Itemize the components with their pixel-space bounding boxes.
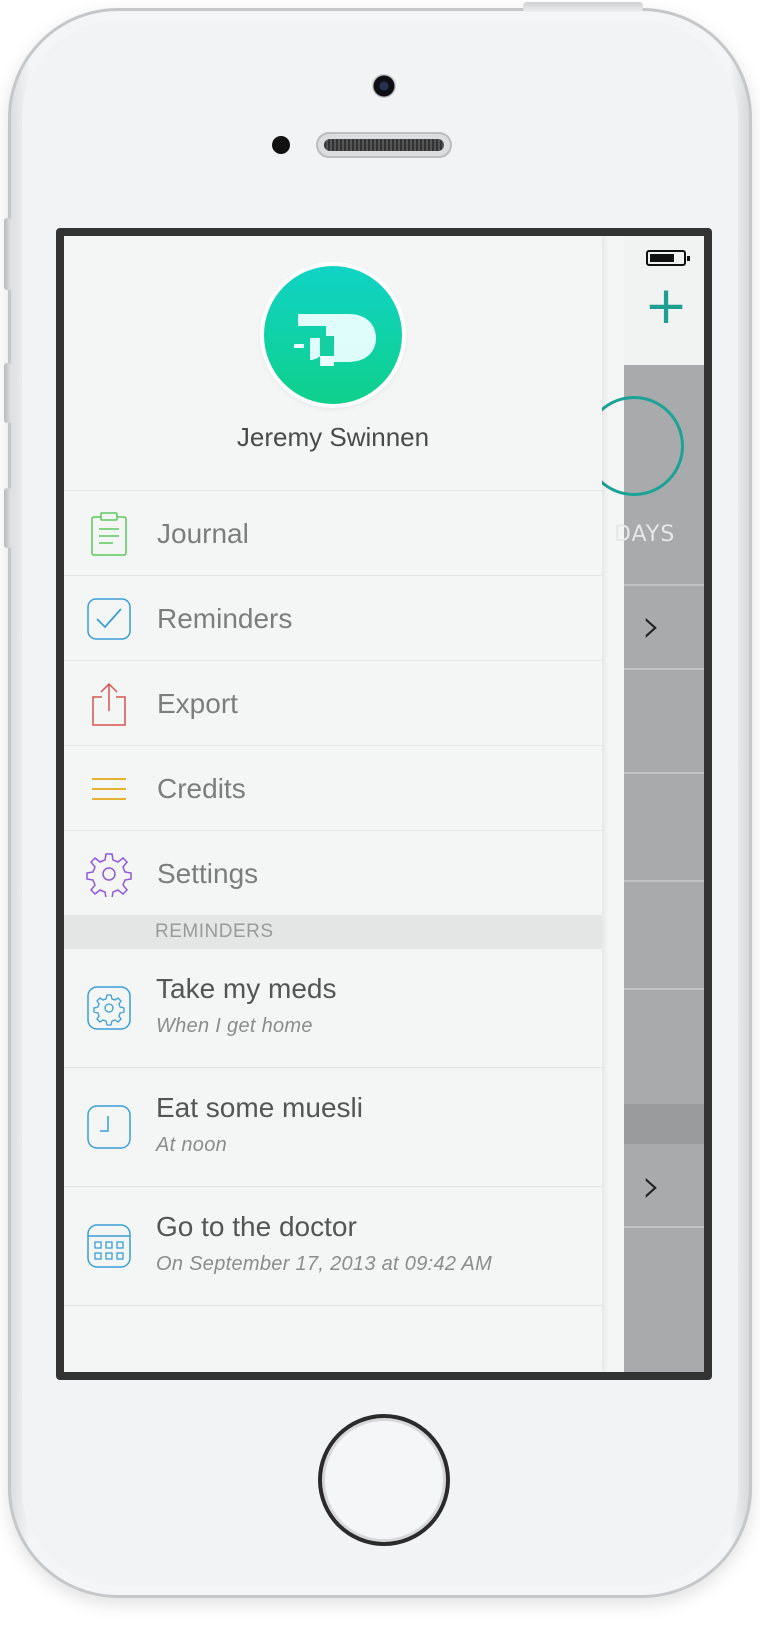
drawer-menu: Journal Reminders Export Credits Setting… (64, 490, 602, 915)
reminder-subtitle: On September 17, 2013 at 09:42 AM (156, 1253, 493, 1275)
mute-switch (4, 218, 12, 290)
clock-icon (87, 1105, 131, 1149)
menu-item-label: Credits (157, 773, 246, 804)
add-icon[interactable]: + (636, 276, 696, 336)
reminder-subtitle: At noon (156, 1134, 228, 1156)
background-app[interactable]: + DAYS › › (584, 236, 704, 1372)
reminder-item[interactable]: Eat some muesli At noon (64, 1068, 602, 1187)
home-button[interactable] (318, 1414, 450, 1546)
power-button (523, 2, 643, 12)
background-app-header: + (624, 236, 704, 365)
profile-header: Jeremy Swinnen (64, 236, 602, 490)
menu-item-export[interactable]: Export (64, 660, 602, 745)
divider (624, 988, 704, 990)
share-icon (92, 682, 126, 726)
volume-down-button (4, 488, 12, 548)
avatar[interactable] (264, 266, 402, 404)
user-name: Jeremy Swinnen (236, 422, 430, 452)
menu-item-label: Reminders (157, 603, 293, 634)
checkbox-icon (87, 598, 131, 640)
menu-item-journal[interactable]: Journal (64, 490, 602, 575)
chevron-right-icon[interactable]: › (642, 602, 661, 650)
reminder-title: Eat some muesli (156, 1092, 363, 1123)
menu-item-settings[interactable]: Settings (64, 830, 602, 915)
chevron-right-icon[interactable]: › (642, 1162, 661, 1210)
menu-item-label: Settings (157, 858, 259, 889)
menu-item-credits[interactable]: Credits (64, 745, 602, 830)
reminder-title: Take my meds (156, 973, 337, 1004)
gear-icon (87, 986, 131, 1030)
divider (624, 772, 704, 774)
days-label: DAYS (614, 522, 676, 547)
side-drawer: Jeremy Swinnen Journal Reminders Export … (64, 236, 602, 1372)
list-icon (92, 778, 126, 800)
divider (624, 584, 704, 586)
reminder-title: Go to the doctor (156, 1211, 357, 1242)
reminders-section-header: REMINDERS (64, 915, 602, 949)
reminder-item[interactable]: Take my meds When I get home (64, 949, 602, 1068)
volume-up-button (4, 363, 12, 423)
screen: + DAYS › › Jeremy Swinnen Journal Remind… (64, 236, 704, 1372)
reminder-item[interactable]: Go to the doctor On September 17, 2013 a… (64, 1187, 602, 1306)
menu-item-reminders[interactable]: Reminders (64, 575, 602, 660)
clipboard-icon (91, 512, 127, 556)
divider (624, 880, 704, 882)
menu-item-label: Journal (157, 518, 249, 549)
reminders-list: Take my meds When I get home Eat some mu… (64, 949, 602, 1306)
gear-icon (86, 853, 132, 897)
battery-icon (646, 250, 690, 266)
section-header-label: REMINDERS (155, 921, 274, 942)
front-camera (372, 74, 396, 98)
divider (624, 1226, 704, 1228)
divider (624, 668, 704, 670)
proximity-sensor (272, 136, 290, 154)
menu-item-label: Export (157, 688, 238, 719)
app-logo-icon (294, 314, 376, 366)
section-band (624, 1104, 704, 1144)
earpiece-speaker (316, 132, 452, 158)
reminder-subtitle: When I get home (156, 1015, 313, 1037)
calendar-icon (87, 1224, 131, 1268)
